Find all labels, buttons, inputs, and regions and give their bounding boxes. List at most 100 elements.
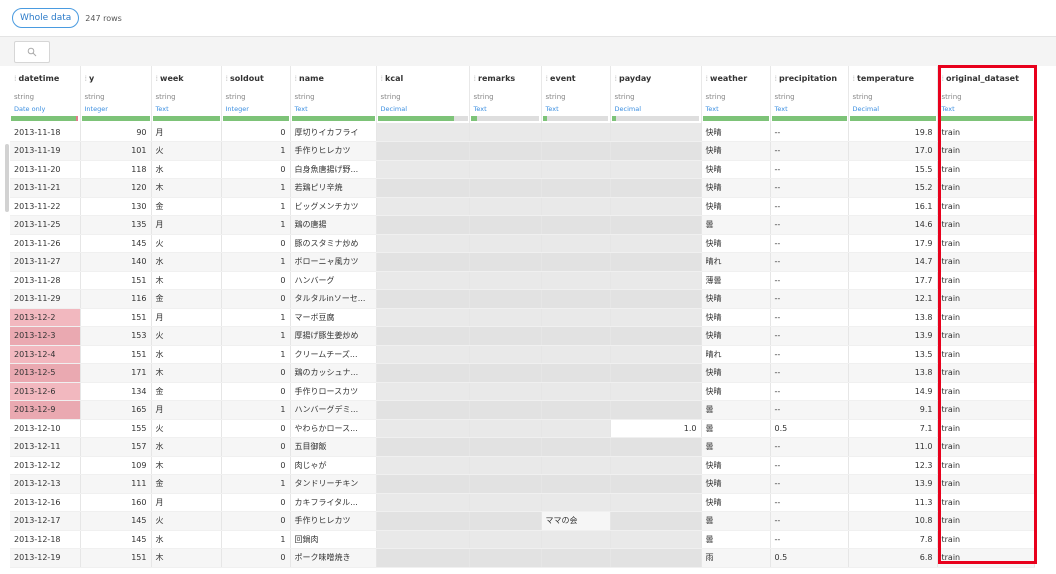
cell-y[interactable]: 151	[80, 271, 152, 290]
cell-original-dataset[interactable]: train	[937, 511, 1035, 531]
cell-datetime[interactable]: 2013-11-25	[10, 215, 81, 235]
cell-datetime[interactable]: 2013-12-16	[10, 493, 81, 512]
cell-payday[interactable]	[610, 289, 702, 309]
cell-y[interactable]: 118	[80, 160, 152, 179]
column-meaning[interactable]: Text	[701, 103, 771, 115]
cell-weather[interactable]: 快晴	[701, 178, 771, 198]
column-header-name[interactable]: ⁞ name	[290, 66, 377, 90]
cell-y[interactable]: 116	[80, 289, 152, 309]
cell-temperature[interactable]: 13.8	[848, 363, 938, 383]
cell-datetime[interactable]: 2013-12-17	[10, 511, 81, 531]
cell-name[interactable]: 肉じゃが	[290, 456, 377, 475]
cell-datetime[interactable]: 2013-11-19	[10, 141, 81, 161]
column-meaning[interactable]: Text	[770, 103, 849, 115]
cell-temperature[interactable]: 11.0	[848, 437, 938, 457]
cell-y[interactable]: 151	[80, 308, 152, 327]
cell-remarks[interactable]	[469, 493, 542, 512]
cell-remarks[interactable]	[469, 345, 542, 364]
whole-data-button[interactable]: Whole data	[12, 8, 80, 28]
cell-event[interactable]	[541, 363, 611, 383]
cell-temperature[interactable]: 10.8	[848, 511, 938, 531]
cell-y[interactable]: 155	[80, 419, 152, 438]
cell-y[interactable]: 145	[80, 234, 152, 253]
cell-soldout[interactable]: 1	[221, 252, 291, 272]
cell-original-dataset[interactable]: train	[937, 548, 1035, 568]
cell-remarks[interactable]	[469, 511, 542, 531]
cell-event[interactable]	[541, 345, 611, 364]
cell-kcal[interactable]	[376, 493, 470, 512]
cell-soldout[interactable]: 0	[221, 511, 291, 531]
cell-weather[interactable]: 快晴	[701, 493, 771, 512]
column-header-kcal[interactable]: ⁞ kcal	[376, 66, 470, 90]
cell-original-dataset[interactable]: train	[937, 382, 1035, 401]
cell-remarks[interactable]	[469, 419, 542, 438]
column-meaning[interactable]: Text	[541, 103, 611, 115]
cell-y[interactable]: 145	[80, 511, 152, 531]
cell-payday[interactable]	[610, 382, 702, 401]
cell-temperature[interactable]: 7.8	[848, 530, 938, 549]
cell-week[interactable]: 木	[151, 363, 222, 383]
cell-week[interactable]: 火	[151, 326, 222, 346]
cell-original-dataset[interactable]: train	[937, 345, 1035, 364]
cell-original-dataset[interactable]: train	[937, 215, 1035, 235]
cell-payday[interactable]	[610, 474, 702, 494]
cell-name[interactable]: 五目御飯	[290, 437, 377, 457]
drag-handle-icon[interactable]: ⁞	[156, 74, 158, 83]
cell-kcal[interactable]	[376, 123, 470, 142]
column-meaning[interactable]: Decimal	[376, 103, 470, 115]
cell-name[interactable]: カキフライタル...	[290, 493, 377, 512]
cell-y[interactable]: 109	[80, 456, 152, 475]
cell-name[interactable]: ボローニャ風カツ	[290, 252, 377, 272]
cell-y[interactable]: 90	[80, 123, 152, 142]
cell-original-dataset[interactable]: train	[937, 419, 1035, 438]
cell-payday[interactable]	[610, 160, 702, 179]
cell-remarks[interactable]	[469, 326, 542, 346]
cell-weather[interactable]: 晴れ	[701, 345, 771, 364]
column-header-original-dataset[interactable]: ⁞ original_dataset	[937, 66, 1035, 90]
cell-payday[interactable]	[610, 197, 702, 216]
cell-precipitation[interactable]: --	[770, 456, 849, 475]
cell-y[interactable]: 145	[80, 530, 152, 549]
cell-weather[interactable]: 快晴	[701, 363, 771, 383]
cell-weather[interactable]: 快晴	[701, 160, 771, 179]
cell-weather[interactable]: 快晴	[701, 289, 771, 309]
cell-datetime[interactable]: 2013-12-5	[10, 363, 81, 383]
cell-precipitation[interactable]: --	[770, 382, 849, 401]
cell-event[interactable]	[541, 234, 611, 253]
cell-soldout[interactable]: 1	[221, 474, 291, 494]
cell-name[interactable]: 若鶏ピリ辛焼	[290, 178, 377, 198]
column-meaning[interactable]: Text	[469, 103, 542, 115]
cell-precipitation[interactable]: --	[770, 271, 849, 290]
cell-week[interactable]: 火	[151, 234, 222, 253]
cell-datetime[interactable]: 2013-11-28	[10, 271, 81, 290]
cell-week[interactable]: 月	[151, 400, 222, 420]
cell-payday[interactable]	[610, 308, 702, 327]
cell-datetime[interactable]: 2013-12-3	[10, 326, 81, 346]
cell-weather[interactable]: 快晴	[701, 326, 771, 346]
cell-original-dataset[interactable]: train	[937, 252, 1035, 272]
cell-remarks[interactable]	[469, 456, 542, 475]
cell-precipitation[interactable]: --	[770, 252, 849, 272]
cell-event[interactable]	[541, 493, 611, 512]
cell-temperature[interactable]: 12.1	[848, 289, 938, 309]
cell-payday[interactable]	[610, 400, 702, 420]
cell-remarks[interactable]	[469, 382, 542, 401]
cell-payday[interactable]	[610, 123, 702, 142]
cell-name[interactable]: 手作りヒレカツ	[290, 141, 377, 161]
cell-event[interactable]	[541, 437, 611, 457]
cell-datetime[interactable]: 2013-12-12	[10, 456, 81, 475]
cell-payday[interactable]	[610, 511, 702, 531]
cell-y[interactable]: 165	[80, 400, 152, 420]
column-header-soldout[interactable]: ⁞ soldout	[221, 66, 291, 90]
cell-remarks[interactable]	[469, 474, 542, 494]
cell-event[interactable]	[541, 308, 611, 327]
cell-temperature[interactable]: 16.1	[848, 197, 938, 216]
cell-payday[interactable]	[610, 548, 702, 568]
column-meaning[interactable]: Date only	[10, 103, 81, 115]
cell-datetime[interactable]: 2013-12-11	[10, 437, 81, 457]
cell-original-dataset[interactable]: train	[937, 178, 1035, 198]
cell-weather[interactable]: 雨	[701, 548, 771, 568]
cell-temperature[interactable]: 6.8	[848, 548, 938, 568]
cell-precipitation[interactable]: --	[770, 308, 849, 327]
cell-name[interactable]: ハンバーグデミ...	[290, 400, 377, 420]
